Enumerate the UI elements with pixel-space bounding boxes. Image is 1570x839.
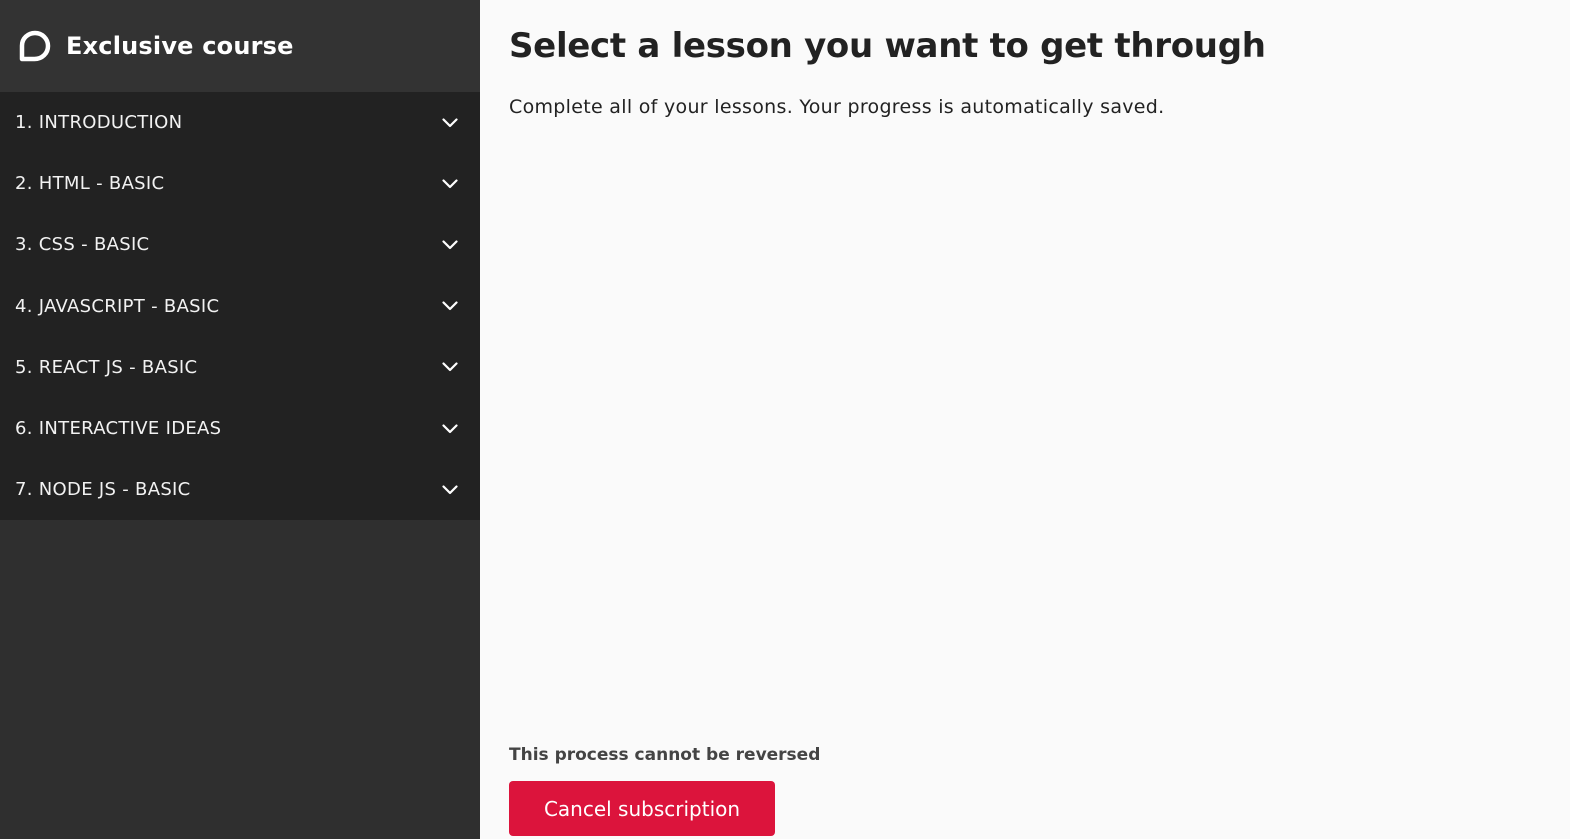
sidebar-item-html-basic[interactable]: 2. HTML - BASIC (0, 153, 480, 214)
lesson-list: 1. INTRODUCTION 2. HTML - BASIC 3. CSS -… (0, 92, 480, 521)
irreversible-warning: This process cannot be reversed (509, 745, 821, 765)
chevron-down-icon[interactable] (440, 235, 460, 255)
chat-bubble-icon (18, 29, 52, 63)
sidebar-item-label: 1. INTRODUCTION (15, 112, 183, 134)
main-content: Select a lesson you want to get through … (480, 0, 1570, 839)
sidebar-item-introduction[interactable]: 1. INTRODUCTION (0, 92, 480, 153)
chevron-down-icon[interactable] (440, 296, 460, 316)
sidebar-item-node-basic[interactable]: 7. NODE JS - BASIC (0, 459, 480, 520)
page-subtitle: Complete all of your lessons. Your progr… (509, 96, 1165, 118)
chevron-down-icon[interactable] (440, 174, 460, 194)
brand-header: Exclusive course (0, 0, 480, 92)
chevron-down-icon[interactable] (440, 113, 460, 133)
sidebar-item-react-basic[interactable]: 5. REACT JS - BASIC (0, 337, 480, 398)
sidebar-item-label: 6. INTERACTIVE IDEAS (15, 418, 222, 440)
sidebar-item-css-basic[interactable]: 3. CSS - BASIC (0, 214, 480, 275)
chevron-down-icon[interactable] (440, 419, 460, 439)
sidebar-item-label: 5. REACT JS - BASIC (15, 356, 198, 378)
sidebar-item-interactive-ideas[interactable]: 6. INTERACTIVE IDEAS (0, 398, 480, 459)
cancel-subscription-button[interactable]: Cancel subscription (509, 781, 775, 836)
sidebar-item-label: 7. NODE JS - BASIC (15, 479, 191, 501)
sidebar-item-label: 3. CSS - BASIC (15, 234, 150, 256)
sidebar-item-label: 2. HTML - BASIC (15, 173, 165, 195)
chevron-down-icon[interactable] (440, 480, 460, 500)
chevron-down-icon[interactable] (440, 357, 460, 377)
sidebar: Exclusive course 1. INTRODUCTION 2. HTML… (0, 0, 480, 839)
sidebar-item-label: 4. JAVASCRIPT - BASIC (15, 295, 220, 317)
page-title: Select a lesson you want to get through (509, 26, 1266, 66)
course-title: Exclusive course (66, 32, 294, 60)
sidebar-item-javascript-basic[interactable]: 4. JAVASCRIPT - BASIC (0, 276, 480, 337)
